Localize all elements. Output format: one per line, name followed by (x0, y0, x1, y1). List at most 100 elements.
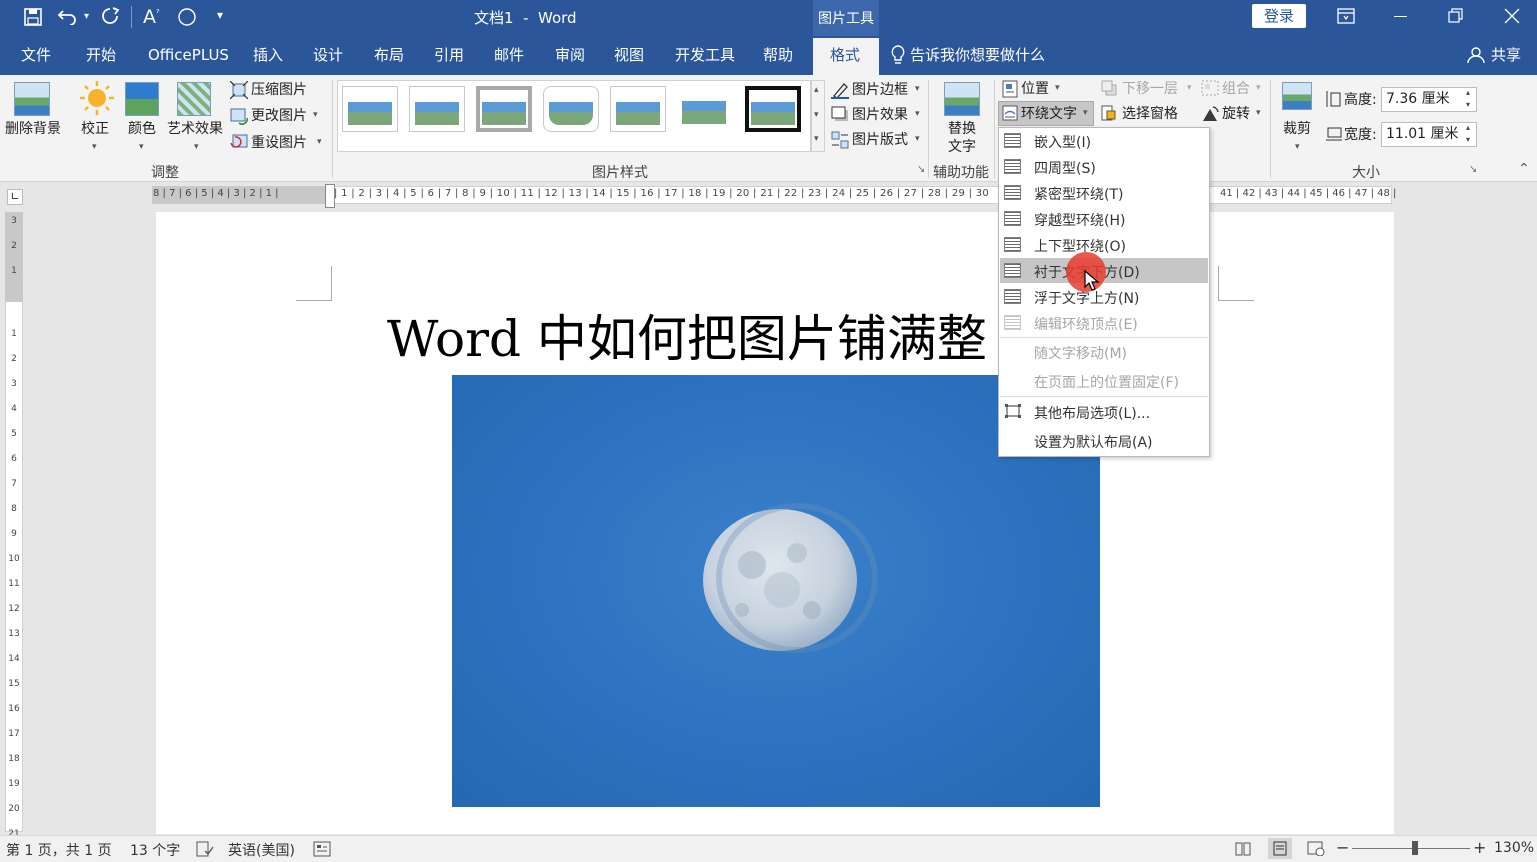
tab-references[interactable]: 引用 (434, 45, 464, 65)
wrap-text-icon[interactable] (1002, 105, 1018, 121)
picture-layout-dropdown-icon[interactable]: ▾ (915, 134, 920, 144)
collapse-ribbon-icon[interactable]: ⌃ (1518, 161, 1530, 177)
picture-style-2[interactable] (409, 86, 465, 132)
wrap-text-label[interactable]: 环绕文字 (1021, 105, 1077, 123)
rotate-dropdown-icon[interactable]: ▾ (1256, 108, 1261, 118)
circle-shape-icon[interactable] (177, 7, 197, 27)
remove-background-button[interactable]: 删除背景 (5, 120, 61, 138)
alt-text-icon[interactable] (944, 82, 980, 116)
tab-review[interactable]: 审阅 (555, 45, 585, 65)
crop-icon[interactable] (1282, 82, 1312, 110)
color-picture-icon[interactable] (125, 82, 159, 116)
menu-item-inline[interactable]: 嵌入型(I) (1034, 132, 1091, 152)
login-button[interactable]: 登录 (1252, 4, 1306, 28)
save-icon[interactable] (24, 8, 42, 26)
menu-item-tight[interactable]: 紧密型环绕(T) (1034, 184, 1123, 204)
color-dropdown-icon[interactable]: ▾ (139, 142, 144, 152)
corrections-dropdown-icon[interactable]: ▾ (92, 142, 97, 152)
picture-border-button[interactable]: 图片边框 (852, 81, 908, 99)
proofing-icon[interactable] (196, 841, 214, 857)
position-button[interactable]: 位置 (1021, 80, 1049, 98)
font-size-icon[interactable]: A (143, 6, 156, 28)
menu-item-square[interactable]: 四周型(S) (1034, 158, 1096, 178)
height-input[interactable]: 7.36 厘米 (1381, 87, 1477, 112)
zoom-out-icon[interactable]: − (1336, 838, 1349, 857)
zoom-slider-thumb[interactable] (1412, 841, 1418, 855)
picture-style-6[interactable] (677, 86, 733, 132)
selection-pane-button[interactable]: 选择窗格 (1122, 105, 1178, 123)
corrections-button[interactable]: 校正 (81, 120, 109, 138)
color-button[interactable]: 颜色 (128, 120, 156, 138)
tab-layout[interactable]: 布局 (374, 45, 404, 65)
change-picture-button[interactable]: 更改图片 (251, 107, 307, 125)
print-layout-icon[interactable] (1272, 841, 1288, 856)
language-status[interactable]: 英语(美国) (228, 840, 295, 860)
tab-home[interactable]: 开始 (86, 45, 116, 65)
reset-picture-button[interactable]: 重设图片 (251, 134, 307, 152)
gallery-up-icon[interactable]: ▴ (814, 85, 819, 95)
read-mode-icon[interactable] (1235, 841, 1251, 856)
selection-pane-icon[interactable] (1101, 105, 1119, 123)
corrections-sun-icon[interactable] (80, 81, 114, 115)
ribbon-display-icon[interactable] (1337, 8, 1355, 24)
tab-help[interactable]: 帮助 (763, 45, 793, 65)
reset-picture-icon[interactable] (230, 133, 248, 151)
tab-selector-icon[interactable]: ∟ (7, 189, 23, 205)
web-layout-icon[interactable] (1307, 841, 1325, 856)
picture-effects-dropdown-icon[interactable]: ▾ (915, 109, 920, 119)
rotate-icon[interactable] (1201, 105, 1219, 123)
undo-icon[interactable] (58, 7, 78, 25)
picture-style-4[interactable] (543, 86, 599, 132)
crop-button[interactable]: 裁剪 (1283, 120, 1311, 138)
minimize-icon[interactable] (1394, 16, 1407, 17)
tab-view[interactable]: 视图 (614, 45, 644, 65)
picture-layout-button[interactable]: 图片版式 (852, 131, 908, 149)
rotate-button[interactable]: 旋转 (1222, 105, 1250, 123)
remove-background-icon[interactable] (14, 82, 50, 116)
customize-qat-icon[interactable]: ▾ (217, 4, 223, 26)
picture-style-1[interactable] (342, 86, 398, 132)
tab-format[interactable]: 格式 (830, 45, 860, 65)
menu-item-set-default-layout[interactable]: 设置为默认布局(A) (1034, 432, 1153, 452)
alt-text-button-line1[interactable]: 替换 (948, 120, 976, 138)
gallery-down-icon[interactable]: ▾ (814, 110, 819, 120)
picture-effects-button[interactable]: 图片效果 (852, 106, 908, 124)
document-heading[interactable]: Word 中如何把图片铺满整 (387, 307, 999, 371)
picture-border-dropdown-icon[interactable]: ▾ (915, 84, 920, 94)
position-icon[interactable] (1002, 80, 1018, 98)
zoom-level[interactable]: 130% (1494, 840, 1534, 856)
crop-dropdown-icon[interactable]: ▾ (1295, 142, 1300, 152)
menu-item-more-layout-options[interactable]: 其他布局选项(L)... (1034, 403, 1150, 423)
wrap-text-dropdown-icon[interactable]: ▾ (1083, 108, 1088, 118)
artistic-effects-button[interactable]: 艺术效果 (167, 120, 223, 138)
compress-pictures-icon[interactable] (230, 81, 248, 99)
zoom-in-icon[interactable]: + (1473, 838, 1486, 857)
share-button[interactable]: 共享 (1491, 45, 1521, 65)
tab-officeplus[interactable]: OfficePLUS (148, 45, 229, 65)
alt-text-button-line2[interactable]: 文字 (948, 138, 976, 156)
styles-dialog-launcher-icon[interactable]: ↘ (917, 164, 925, 175)
artistic-effects-icon[interactable] (177, 82, 211, 116)
tab-developer[interactable]: 开发工具 (675, 45, 735, 65)
picture-style-3[interactable] (476, 86, 532, 132)
picture-style-7[interactable] (745, 86, 801, 132)
tab-insert[interactable]: 插入 (253, 45, 283, 65)
reset-picture-dropdown-icon[interactable]: ▾ (317, 137, 322, 147)
page-count[interactable]: 第 1 页，共 1 页 (6, 840, 112, 860)
picture-layout-icon[interactable] (831, 131, 849, 149)
picture-effects-icon[interactable] (831, 106, 849, 124)
artistic-effects-dropdown-icon[interactable]: ▾ (194, 142, 199, 152)
tab-file[interactable]: 文件 (21, 45, 51, 65)
close-icon[interactable] (1504, 8, 1520, 24)
tab-design[interactable]: 设计 (313, 45, 343, 65)
word-count[interactable]: 13 个字 (130, 840, 180, 860)
picture-style-5[interactable] (610, 86, 666, 132)
redo-icon[interactable] (100, 7, 120, 25)
tab-mailings[interactable]: 邮件 (494, 45, 524, 65)
menu-item-through[interactable]: 穿越型环绕(H) (1034, 210, 1125, 230)
change-picture-dropdown-icon[interactable]: ▾ (313, 110, 318, 120)
macro-recording-icon[interactable] (313, 841, 331, 857)
zoom-slider-track[interactable] (1352, 848, 1470, 849)
size-dialog-launcher-icon[interactable]: ↘ (1469, 164, 1477, 175)
height-spinner-icon[interactable]: ▴ ▾ (1466, 87, 1470, 111)
